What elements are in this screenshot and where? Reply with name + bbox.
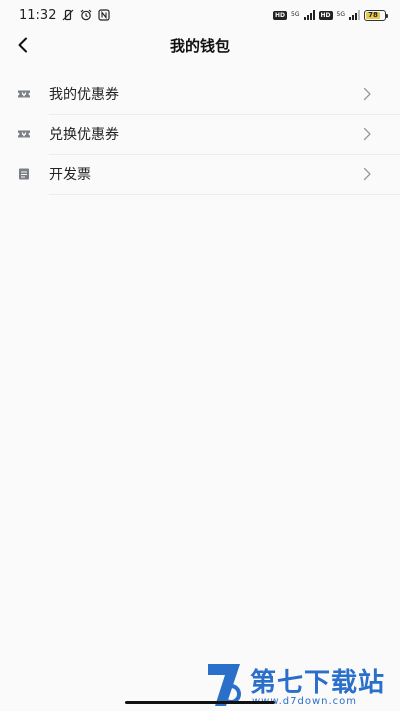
hd-badge: HD <box>273 10 288 20</box>
nfc-icon <box>98 9 111 21</box>
status-bar-left: 11:32 <box>19 7 111 23</box>
back-button[interactable] <box>12 34 34 56</box>
page-title: 我的钱包 <box>169 36 230 55</box>
invoice-icon <box>19 168 29 180</box>
watermark-text: 第七下载站 <box>250 668 386 698</box>
menu-item-label: 开发票 <box>49 167 91 183</box>
status-bar: 11:32 HD 5G HD 5G 78 <box>0 0 400 30</box>
menu-item-invoice[interactable]: 开发票 <box>0 154 400 195</box>
chevron-right-icon <box>363 127 371 141</box>
menu-item-body: 兑换优惠券 <box>49 114 400 155</box>
menu-item-label: 我的优惠券 <box>49 87 119 103</box>
menu-item-label: 兑换优惠券 <box>49 127 119 143</box>
chevron-right-icon <box>363 87 371 101</box>
menu-item-body: 开发票 <box>49 154 400 195</box>
ticket-icon <box>18 130 30 138</box>
network-type-label-2: 5G <box>337 12 345 18</box>
status-time: 11:32 <box>19 7 57 23</box>
battery-icon: 78 <box>364 9 388 21</box>
home-indicator[interactable] <box>125 701 275 704</box>
network-type-text: 5G <box>291 11 300 18</box>
status-bar-right: HD 5G HD 5G 78 <box>273 9 388 21</box>
menu-item-my-coupons[interactable]: 我的优惠券 <box>0 74 400 115</box>
wallet-menu-list: 我的优惠券 兑换优惠券 开发票 <box>0 74 400 195</box>
chevron-right-icon <box>363 167 371 181</box>
menu-item-body: 我的优惠券 <box>49 74 400 115</box>
menu-item-redeem-coupon[interactable]: 兑换优惠券 <box>0 114 400 155</box>
network-type-label: 5G <box>291 12 299 18</box>
signal-strength-icon-2 <box>349 10 360 20</box>
alarm-icon <box>81 9 92 21</box>
page-header: 我的钱包 <box>0 30 400 60</box>
ticket-icon <box>18 90 30 98</box>
chevron-left-icon <box>18 37 27 53</box>
battery-level: 78 <box>366 11 381 19</box>
signal-strength-icon <box>303 10 315 20</box>
network-type-text-2: 5G <box>336 11 345 18</box>
hd-badge-2: HD <box>318 10 333 20</box>
vibrate-off-icon <box>63 9 74 21</box>
